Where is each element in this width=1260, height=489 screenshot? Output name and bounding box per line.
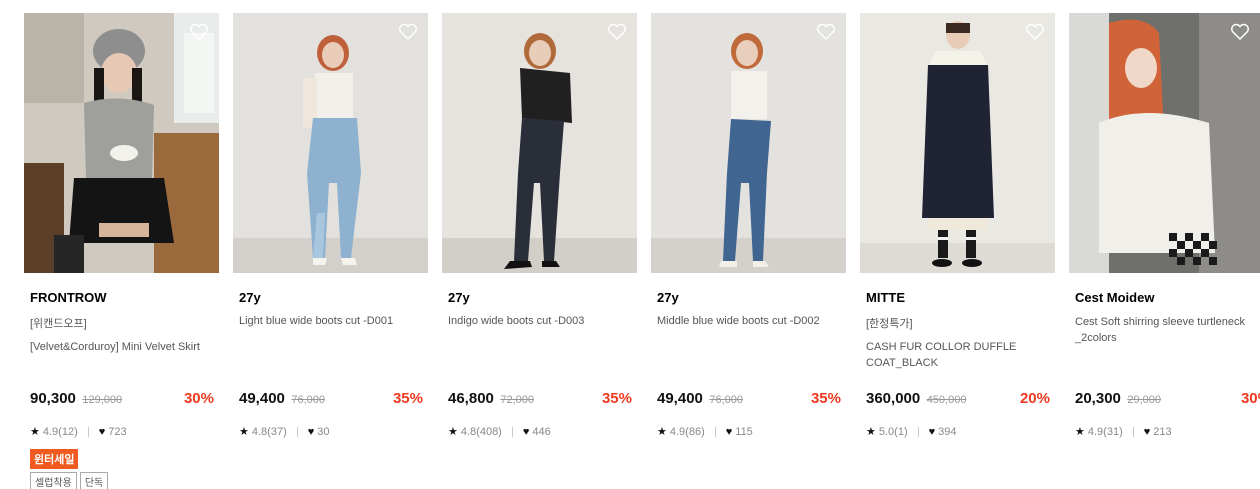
wishlist-heart-icon[interactable] [607, 23, 627, 41]
divider [87, 426, 89, 437]
original-price: 76,000 [709, 394, 743, 406]
likes-count: 723 [108, 425, 127, 438]
brand-name[interactable]: 27y [239, 290, 261, 305]
product-card[interactable]: MITTE [한정특가] CASH FUR COLLOR DUFFLE COAT… [860, 13, 1055, 489]
product-card[interactable]: FRONTROW [위캔드오프] [Velvet&Corduroy] Mini … [24, 13, 219, 489]
price-row: 90,300 129,000 30% [30, 390, 214, 410]
product-prefix[interactable]: [한정특가] [866, 315, 913, 331]
star-icon: ★ [448, 426, 458, 438]
original-price: 29,000 [1127, 394, 1161, 406]
rating-text: 5.0(1) [878, 425, 908, 438]
product-card[interactable]: 27y Light blue wide boots cut -D001 49,4… [233, 13, 428, 489]
product-card[interactable]: 27y Indigo wide boots cut -D003 46,800 7… [442, 13, 637, 489]
divider [1132, 426, 1134, 437]
wishlist-heart-icon[interactable] [189, 23, 209, 41]
brand-name[interactable]: MITTE [866, 290, 905, 305]
product-image[interactable] [24, 13, 219, 273]
star-icon: ★ [866, 426, 876, 438]
brand-name[interactable]: FRONTROW [30, 290, 107, 305]
original-price: 450,000 [926, 394, 967, 406]
likes-count: 446 [532, 425, 551, 438]
star-icon: ★ [239, 426, 249, 438]
product-name[interactable]: [Velvet&Corduroy] Mini Velvet Skirt [30, 339, 220, 355]
heart-filled-icon: ♥ [307, 425, 315, 438]
product-card[interactable]: 27y Middle blue wide boots cut -D002 49,… [651, 13, 846, 489]
rating-text: 4.8(408) [460, 425, 502, 438]
heart-filled-icon: ♥ [725, 425, 733, 438]
wishlist-heart-icon[interactable] [1025, 23, 1045, 41]
review-stats: ★ 4.9(86) ♥ 115 [657, 425, 753, 439]
brand-name[interactable]: 27y [657, 290, 679, 305]
rating-text: 4.8(37) [251, 425, 287, 438]
star-icon: ★ [1075, 426, 1085, 438]
product-image[interactable] [1069, 13, 1260, 273]
divider [511, 426, 513, 437]
tag-badge: 셀럽착용 [30, 472, 77, 489]
sale-price: 49,400 [239, 390, 285, 407]
wishlist-heart-icon[interactable] [1230, 23, 1250, 41]
discount-rate: 30% [1240, 390, 1260, 407]
discount-rate: 35% [392, 390, 423, 407]
rating-text: 4.9(86) [669, 425, 705, 438]
likes-count: 115 [735, 425, 753, 438]
review-stats: ★ 4.8(408) ♥ 446 [448, 425, 551, 439]
divider [296, 426, 298, 437]
heart-filled-icon: ♥ [1143, 425, 1151, 438]
rating-text: 4.9(12) [42, 425, 78, 438]
star-icon: ★ [657, 426, 667, 438]
divider [917, 426, 919, 437]
product-name[interactable]: Middle blue wide boots cut -D002 [657, 315, 820, 327]
sale-price: 46,800 [448, 390, 494, 407]
product-name[interactable]: Cest Soft shirring sleeve turtleneck _2c… [1075, 314, 1260, 346]
sale-price: 360,000 [866, 390, 921, 407]
review-stats: ★ 4.9(31) ♥ 213 [1075, 425, 1172, 439]
price-row: 360,000 450,000 20% [866, 390, 1050, 410]
brand-name[interactable]: Cest Moidew [1075, 290, 1154, 305]
price-row: 49,400 76,000 35% [657, 390, 841, 410]
product-name[interactable]: Indigo wide boots cut -D003 [448, 315, 584, 327]
likes-count: 30 [317, 425, 330, 438]
review-stats: ★ 5.0(1) ♥ 394 [866, 425, 957, 439]
product-image[interactable] [651, 13, 846, 273]
wishlist-heart-icon[interactable] [398, 23, 418, 41]
product-image[interactable] [233, 13, 428, 273]
rating-text: 4.9(31) [1087, 425, 1123, 438]
heart-filled-icon: ♥ [98, 425, 106, 438]
original-price: 129,000 [82, 394, 123, 406]
price-row: 49,400 76,000 35% [239, 390, 423, 410]
likes-count: 213 [1153, 425, 1172, 438]
price-row: 46,800 72,000 35% [448, 390, 632, 410]
discount-rate: 35% [810, 390, 841, 407]
product-image[interactable] [442, 13, 637, 273]
sale-price: 49,400 [657, 390, 703, 407]
product-name[interactable]: Light blue wide boots cut -D001 [239, 315, 393, 327]
discount-rate: 35% [601, 390, 632, 407]
original-price: 76,000 [291, 394, 325, 406]
product-card[interactable]: Cest Moidew Cest Soft shirring sleeve tu… [1069, 13, 1260, 489]
sale-price: 90,300 [30, 390, 76, 407]
review-stats: ★ 4.8(37) ♥ 30 [239, 425, 330, 439]
price-row: 20,300 29,000 30% [1075, 390, 1260, 410]
product-name[interactable]: CASH FUR COLLOR DUFFLE COAT_BLACK [866, 339, 1050, 371]
discount-rate: 20% [1019, 390, 1050, 407]
tag-list: 셀럽착용 단독 [30, 472, 109, 489]
tag-badge: 단독 [79, 472, 109, 489]
discount-rate: 30% [183, 390, 214, 407]
likes-count: 394 [938, 425, 957, 438]
sale-price: 20,300 [1075, 390, 1121, 407]
product-prefix[interactable]: [위캔드오프] [30, 315, 87, 331]
original-price: 72,000 [500, 394, 534, 406]
divider [714, 426, 716, 437]
heart-filled-icon: ♥ [928, 425, 936, 438]
product-image[interactable] [860, 13, 1055, 273]
brand-name[interactable]: 27y [448, 290, 470, 305]
review-stats: ★ 4.9(12) ♥ 723 [30, 425, 127, 439]
sale-badge: 윈터세일 [30, 449, 79, 469]
heart-filled-icon: ♥ [522, 425, 530, 438]
star-icon: ★ [30, 426, 40, 438]
wishlist-heart-icon[interactable] [816, 23, 836, 41]
